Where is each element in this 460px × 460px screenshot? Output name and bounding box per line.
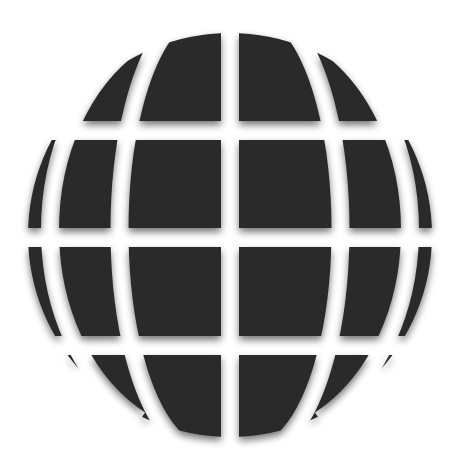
globe-icon-container bbox=[0, 0, 460, 460]
globe-body bbox=[28, 33, 432, 437]
globe-icon bbox=[28, 33, 432, 437]
